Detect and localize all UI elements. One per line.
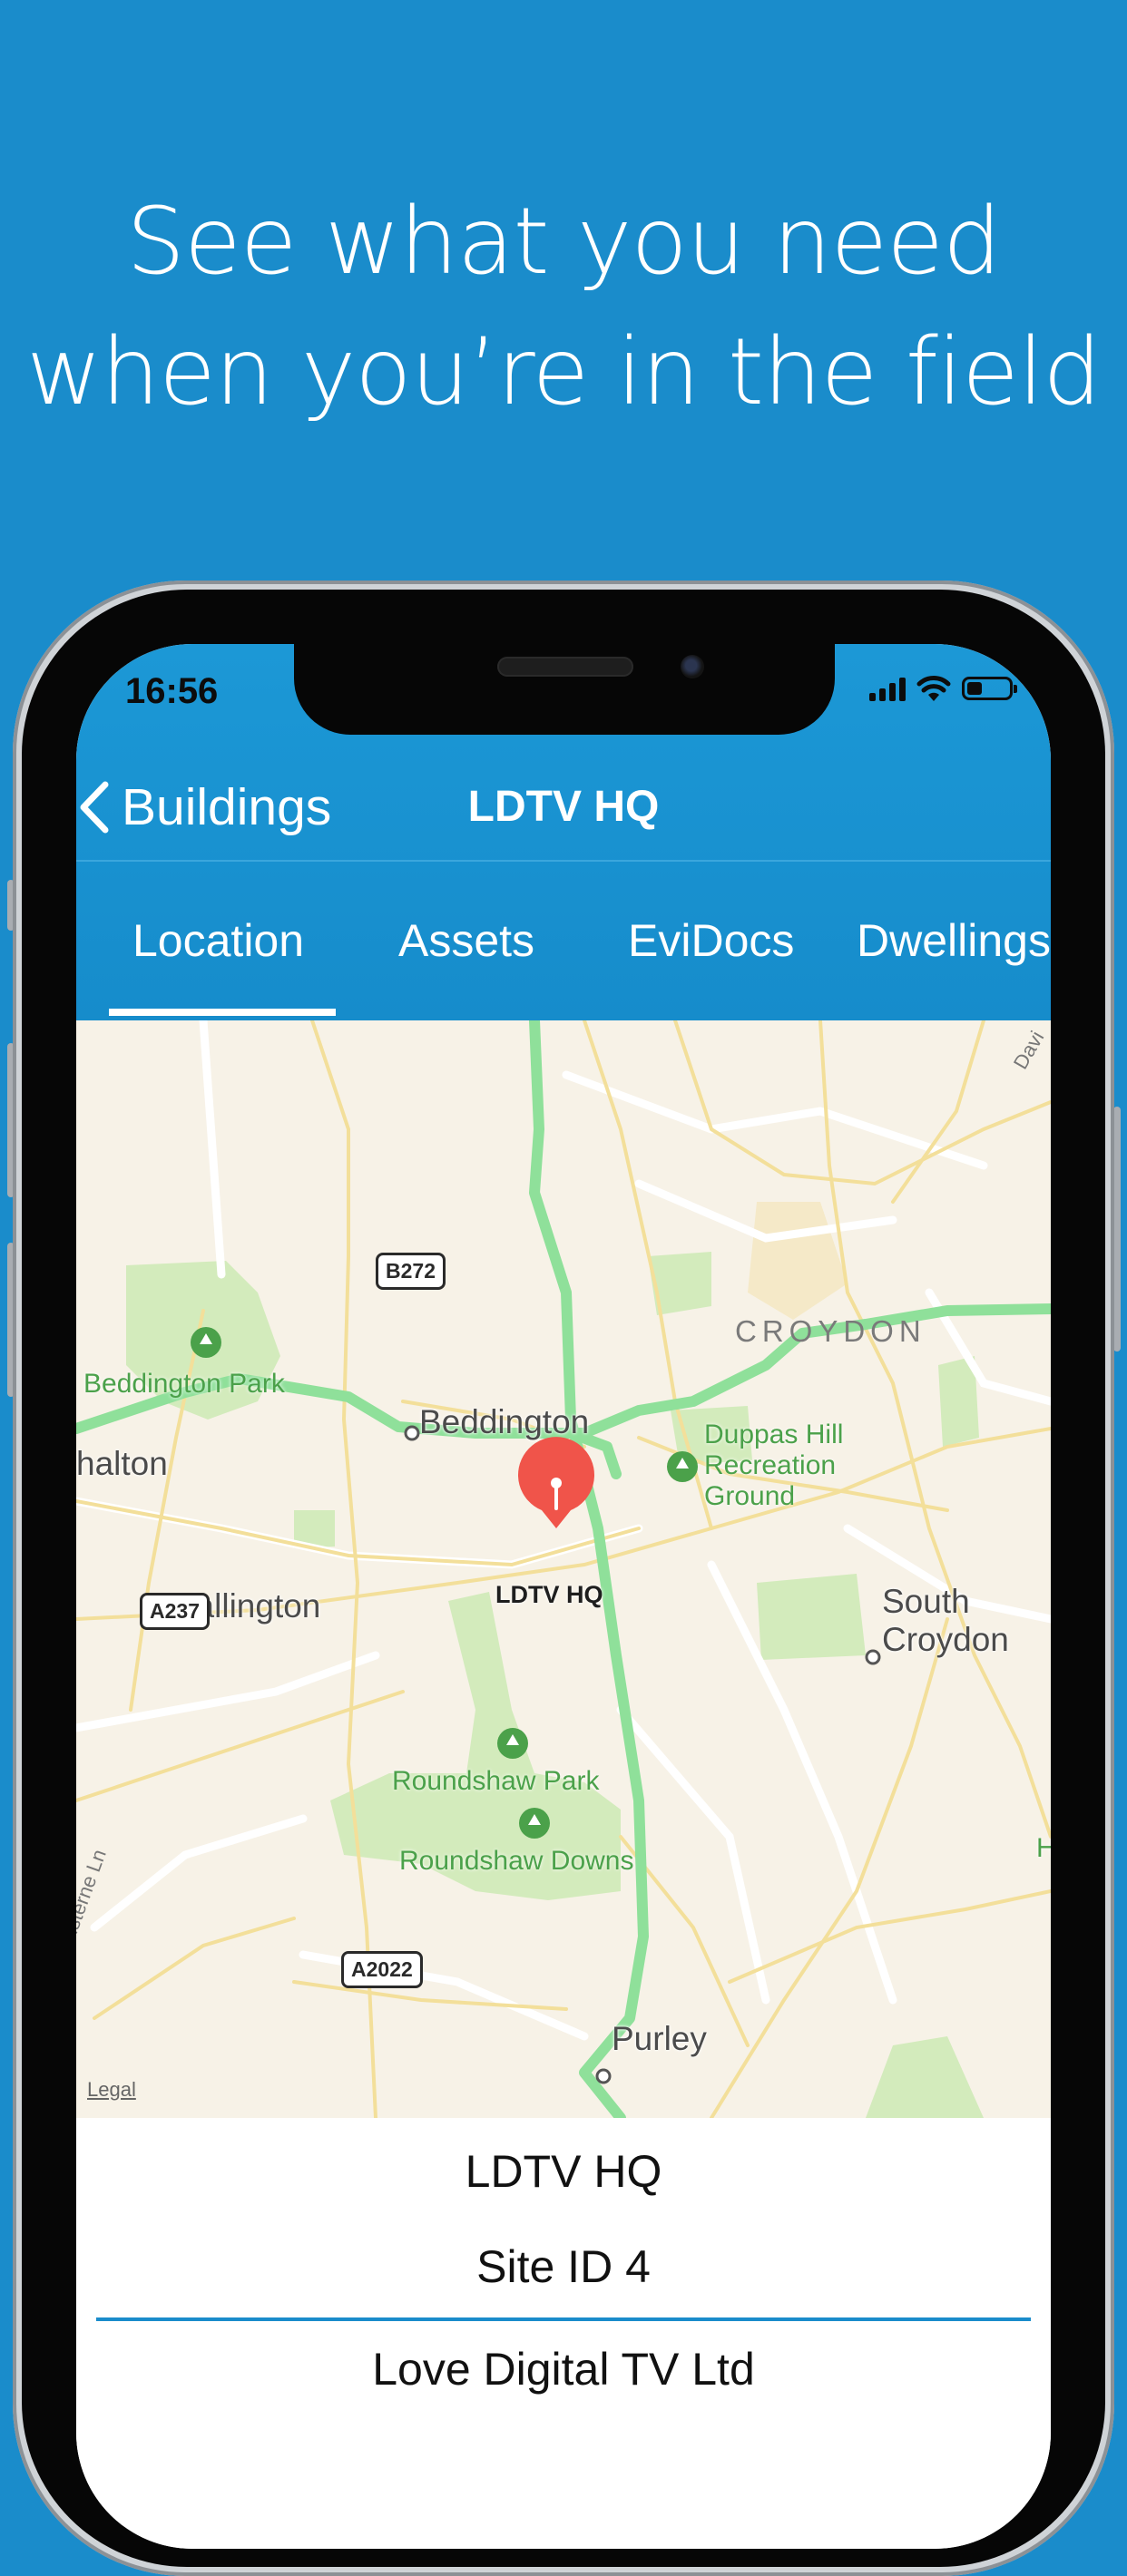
road-sign-b272: B272	[376, 1253, 446, 1290]
road-sign-a2022: A2022	[341, 1951, 423, 1988]
duppas-line-3: Ground	[704, 1481, 796, 1511]
map-label-croydon: CROYDON	[735, 1314, 926, 1348]
map-pin-label: LDTV HQ	[495, 1581, 603, 1608]
speaker-grille	[497, 657, 633, 677]
cellular-signal-icon	[869, 676, 906, 701]
map-label-edge-right: H	[1036, 1833, 1051, 1863]
info-divider	[96, 2317, 1031, 2321]
wifi-icon	[916, 676, 951, 701]
tab-evidocs[interactable]: EviDocs	[628, 862, 794, 1020]
company-name: Love Digital TV Ltd	[372, 2344, 755, 2395]
map-label-beddington: Beddington	[419, 1403, 590, 1440]
duppas-line-2: Recreation	[704, 1450, 837, 1480]
promo-headline: See what you need when you’re in the fie…	[0, 177, 1127, 438]
map-label-halton: halton	[76, 1445, 168, 1482]
map-label-roundshaw-downs: Roundshaw Downs	[399, 1846, 634, 1876]
notch	[294, 644, 835, 735]
map-label-purley: Purley	[612, 2020, 707, 2057]
tab-location[interactable]: Location	[132, 862, 304, 1020]
south-croydon-line-2: Croydon	[882, 1621, 1009, 1658]
tab-dwellings[interactable]: Dwellings	[857, 862, 1051, 1020]
south-croydon-line-1: South	[882, 1583, 970, 1620]
tab-assets[interactable]: Assets	[398, 862, 534, 1020]
front-camera	[681, 655, 704, 678]
page-title: LDTV HQ	[467, 783, 660, 831]
site-info-panel: LDTV HQ Site ID 4 Love Digital TV Ltd	[76, 2118, 1051, 2549]
map-label-duppas-hill: Duppas Hill Recreation Ground	[704, 1420, 843, 1512]
status-time: 16:56	[125, 671, 219, 711]
segment-tabs: Location Assets EviDocs Dwellings	[76, 862, 1051, 1020]
road-sign-a237: A237	[140, 1593, 210, 1630]
map-label-beddington-park: Beddington Park	[83, 1369, 285, 1399]
map-label-roundshaw-park: Roundshaw Park	[392, 1766, 600, 1796]
map-label-south-croydon: South Croydon	[882, 1583, 1009, 1659]
phone-screen: 16:56 Buildings LDTV HQ Location Assets …	[76, 644, 1051, 2549]
headline-line-2: when you’re in the field	[26, 318, 1102, 426]
site-id: Site ID 4	[476, 2241, 651, 2292]
site-name: LDTV HQ	[465, 2146, 662, 2197]
headline-line-1: See what you need	[126, 188, 1001, 296]
power-button	[1113, 1107, 1121, 1351]
map-canvas	[76, 1020, 1051, 2118]
map-legal-link[interactable]: Legal	[87, 2078, 136, 2102]
status-icons	[869, 675, 1017, 702]
map-view[interactable]: Beddington Wallington halton South Croyd…	[76, 1020, 1051, 2118]
battery-icon	[962, 677, 1017, 700]
selected-tab-indicator	[109, 1009, 336, 1016]
location-pin-icon	[518, 1437, 594, 1528]
duppas-line-1: Duppas Hill	[704, 1420, 844, 1449]
